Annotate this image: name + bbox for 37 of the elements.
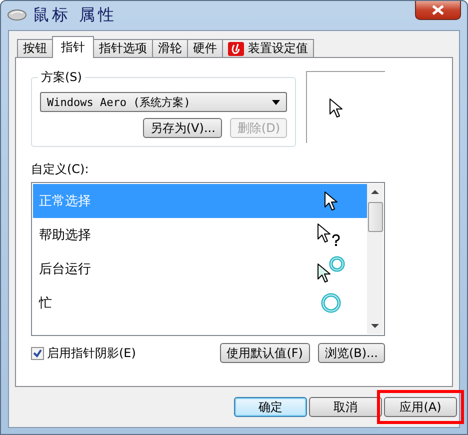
list-label: 自定义(C): xyxy=(31,161,89,178)
tab[interactable]: 指针选项 xyxy=(93,39,153,57)
scroll-down-icon xyxy=(371,324,379,328)
list-item[interactable]: 后台运行 xyxy=(33,252,367,286)
window-title: 鼠标 属性 xyxy=(33,5,118,26)
dialog-button[interactable]: 取消 xyxy=(309,397,382,417)
tab[interactable]: 按钮 xyxy=(17,39,53,57)
tab[interactable]: 装置设定值 xyxy=(222,39,314,57)
item-label: 后台运行 xyxy=(39,261,91,278)
list-item[interactable]: 帮助选择 xyxy=(33,218,367,252)
dialog-button[interactable]: 确定 xyxy=(234,397,307,417)
tab[interactable]: 滑轮 xyxy=(152,39,188,57)
item-label: 帮助选择 xyxy=(39,227,91,244)
checkbox-label: 启用指针阴影(E) xyxy=(47,344,136,362)
close-button[interactable] xyxy=(415,1,461,20)
dropdown-arrow-icon xyxy=(272,100,280,104)
list-button[interactable]: 使用默认值(F) xyxy=(220,343,310,363)
dialog-button[interactable]: 应用(A) xyxy=(384,397,457,417)
list-button[interactable]: 浏览(B)... xyxy=(318,343,385,363)
mouse-icon xyxy=(7,8,27,22)
scroll-thumb[interactable] xyxy=(368,202,382,232)
scheme-dropdown[interactable]: Windows Aero (系统方案) xyxy=(40,92,287,112)
scrollbar[interactable] xyxy=(367,184,383,334)
tab[interactable]: 指针 xyxy=(52,36,94,58)
checkbox[interactable] xyxy=(31,346,44,360)
item-label: 忙 xyxy=(39,295,52,312)
group-label: 方案(S) xyxy=(38,69,85,86)
busy-pointer-icon xyxy=(317,256,345,282)
pointer-arrow-icon xyxy=(329,98,343,118)
check-icon xyxy=(33,348,42,358)
scheme-button[interactable]: 另存为(V)... xyxy=(143,118,222,138)
pointer-arrow-icon xyxy=(324,191,338,211)
list-item[interactable]: 忙 xyxy=(33,286,367,320)
item-label: 正常选择 xyxy=(39,193,91,210)
tab[interactable]: 硬件 xyxy=(187,39,223,57)
scroll-up-icon xyxy=(371,190,379,194)
close-icon xyxy=(432,5,444,15)
